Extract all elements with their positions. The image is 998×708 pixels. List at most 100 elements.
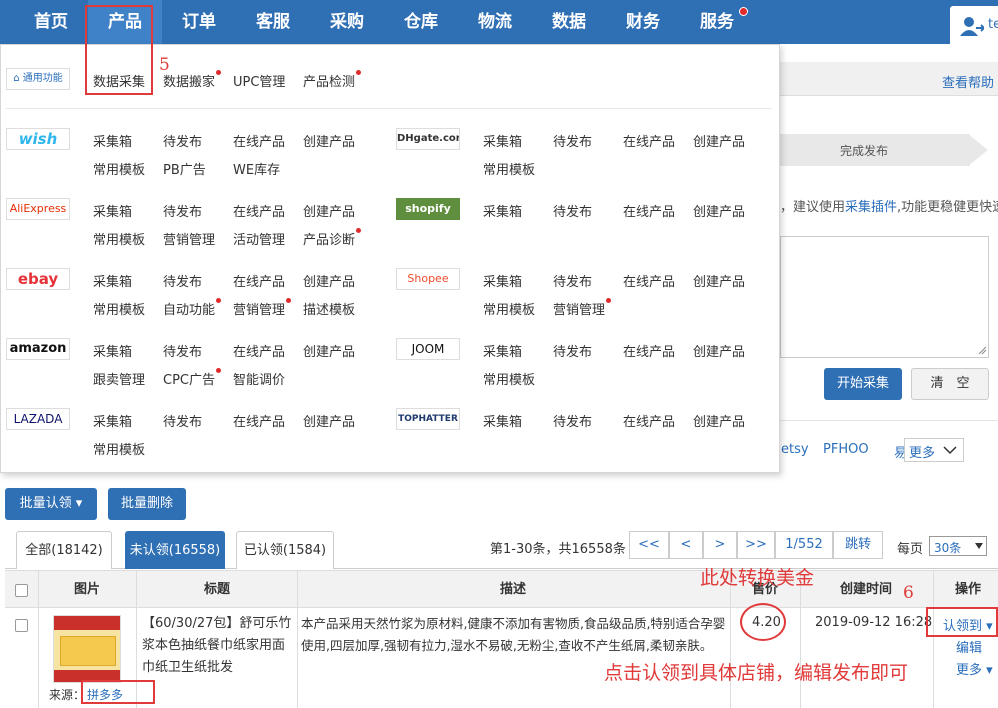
link-product-check[interactable]: 产品检测 bbox=[303, 70, 362, 90]
product-thumbnail[interactable] bbox=[53, 615, 121, 683]
link-upc[interactable]: UPC管理 bbox=[233, 71, 285, 90]
tophatter-create[interactable]: 创建产品 bbox=[693, 411, 745, 430]
user-menu[interactable]: te bbox=[950, 6, 998, 44]
nav-orders[interactable]: 订单 bbox=[162, 0, 236, 44]
aliexpress-templates[interactable]: 常用模板 bbox=[93, 229, 145, 248]
shopee-templates[interactable]: 常用模板 bbox=[483, 299, 535, 318]
amazon-online[interactable]: 在线产品 bbox=[233, 341, 285, 360]
more-actions-link[interactable]: 更多 ▾ bbox=[956, 659, 993, 678]
shopee-create[interactable]: 创建产品 bbox=[693, 271, 745, 290]
lazada-templates[interactable]: 常用模板 bbox=[93, 439, 145, 458]
ebay-create[interactable]: 创建产品 bbox=[303, 271, 355, 290]
joom-create[interactable]: 创建产品 bbox=[693, 341, 745, 360]
batch-claim-button[interactable]: 批量认领 ▾ bbox=[5, 488, 97, 520]
url-textarea[interactable] bbox=[780, 236, 989, 358]
platform-pfhoo[interactable]: PFHOO bbox=[823, 442, 869, 457]
pager-next[interactable]: > bbox=[703, 531, 737, 559]
user-initials: te bbox=[988, 17, 998, 32]
nav-warehouse[interactable]: 仓库 bbox=[384, 0, 458, 44]
dhgate-collect-box[interactable]: 采集箱 bbox=[483, 131, 522, 150]
pager-first[interactable]: << bbox=[629, 531, 669, 559]
aliexpress-online[interactable]: 在线产品 bbox=[233, 201, 285, 220]
tab-all[interactable]: 全部(18142) bbox=[16, 531, 112, 569]
nav-data[interactable]: 数据 bbox=[532, 0, 606, 44]
ebay-pending[interactable]: 待发布 bbox=[163, 271, 202, 290]
batch-delete-button[interactable]: 批量删除 bbox=[108, 488, 186, 520]
plugin-link[interactable]: 采集插件 bbox=[845, 200, 897, 215]
clear-button[interactable]: 清 空 bbox=[911, 368, 989, 400]
select-all-checkbox[interactable] bbox=[15, 584, 28, 597]
nav-home[interactable]: 首页 bbox=[14, 0, 88, 44]
ebay-marketing[interactable]: 营销管理 bbox=[233, 298, 292, 318]
per-page-value: 30条 bbox=[934, 541, 962, 555]
aliexpress-collect-box[interactable]: 采集箱 bbox=[93, 201, 132, 220]
shopify-online[interactable]: 在线产品 bbox=[623, 201, 675, 220]
joom-online[interactable]: 在线产品 bbox=[623, 341, 675, 360]
ebay-templates[interactable]: 常用模板 bbox=[93, 299, 145, 318]
shopee-marketing[interactable]: 营销管理 bbox=[553, 298, 612, 318]
wish-we-stock[interactable]: WE库存 bbox=[233, 159, 280, 178]
dhgate-pending[interactable]: 待发布 bbox=[553, 131, 592, 150]
dhgate-templates[interactable]: 常用模板 bbox=[483, 159, 535, 178]
shopify-create[interactable]: 创建产品 bbox=[693, 201, 745, 220]
wish-create[interactable]: 创建产品 bbox=[303, 131, 355, 150]
edit-link[interactable]: 编辑 bbox=[956, 637, 982, 656]
aliexpress-create[interactable]: 创建产品 bbox=[303, 201, 355, 220]
wish-pending[interactable]: 待发布 bbox=[163, 131, 202, 150]
amazon-repricing[interactable]: 智能调价 bbox=[233, 369, 285, 388]
ebay-collect-box[interactable]: 采集箱 bbox=[93, 271, 132, 290]
joom-pending[interactable]: 待发布 bbox=[553, 341, 592, 360]
tab-claimed[interactable]: 已认领(1584) bbox=[236, 531, 334, 569]
amazon-pending[interactable]: 待发布 bbox=[163, 341, 202, 360]
lazada-pending[interactable]: 待发布 bbox=[163, 411, 202, 430]
shopee-online[interactable]: 在线产品 bbox=[623, 271, 675, 290]
aliexpress-diagnosis[interactable]: 产品诊断 bbox=[303, 228, 362, 248]
shopee-collect-box[interactable]: 采集箱 bbox=[483, 271, 522, 290]
shopify-collect-box[interactable]: 采集箱 bbox=[483, 201, 522, 220]
aliexpress-pending[interactable]: 待发布 bbox=[163, 201, 202, 220]
wish-collect-box[interactable]: 采集箱 bbox=[93, 131, 132, 150]
pager-prev[interactable]: < bbox=[669, 531, 703, 559]
lazada-online[interactable]: 在线产品 bbox=[233, 411, 285, 430]
aliexpress-logo: AliExpress bbox=[6, 198, 70, 220]
dhgate-online[interactable]: 在线产品 bbox=[623, 131, 675, 150]
product-title[interactable]: 【60/30/27包】舒可乐竹浆本色抽纸餐巾纸家用面巾纸卫生纸批发 bbox=[142, 613, 292, 679]
wish-pb-ads[interactable]: PB广告 bbox=[163, 159, 206, 178]
tophatter-online[interactable]: 在线产品 bbox=[623, 411, 675, 430]
joom-templates[interactable]: 常用模板 bbox=[483, 369, 535, 388]
resize-handle-icon[interactable] bbox=[978, 346, 987, 355]
platform-etsy[interactable]: etsy bbox=[781, 442, 809, 457]
amazon-create[interactable]: 创建产品 bbox=[303, 341, 355, 360]
amazon-follow-sell[interactable]: 跟卖管理 bbox=[93, 369, 145, 388]
tab-unclaimed[interactable]: 未认领(16558) bbox=[125, 531, 225, 569]
pager-jump[interactable]: 跳转 bbox=[833, 531, 883, 559]
ebay-desc-templates[interactable]: 描述模板 bbox=[303, 299, 355, 318]
row-checkbox[interactable] bbox=[15, 619, 28, 632]
aliexpress-marketing[interactable]: 营销管理 bbox=[163, 229, 215, 248]
amazon-cpc-ads[interactable]: CPC广告 bbox=[163, 368, 221, 388]
wish-online[interactable]: 在线产品 bbox=[233, 131, 285, 150]
nav-purchase[interactable]: 采购 bbox=[310, 0, 384, 44]
amazon-collect-box[interactable]: 采集箱 bbox=[93, 341, 132, 360]
pager-last[interactable]: >> bbox=[737, 531, 775, 559]
start-collect-button[interactable]: 开始采集 bbox=[824, 368, 902, 400]
wish-templates[interactable]: 常用模板 bbox=[93, 159, 145, 178]
aliexpress-activities[interactable]: 活动管理 bbox=[233, 229, 285, 248]
ebay-automation[interactable]: 自动功能 bbox=[163, 298, 222, 318]
link-data-migration[interactable]: 数据搬家 bbox=[163, 70, 222, 90]
ebay-online[interactable]: 在线产品 bbox=[233, 271, 285, 290]
dhgate-create[interactable]: 创建产品 bbox=[693, 131, 745, 150]
shopify-pending[interactable]: 待发布 bbox=[553, 201, 592, 220]
tophatter-collect-box[interactable]: 采集箱 bbox=[483, 411, 522, 430]
joom-collect-box[interactable]: 采集箱 bbox=[483, 341, 522, 360]
shopee-pending[interactable]: 待发布 bbox=[553, 271, 592, 290]
nav-finance[interactable]: 财务 bbox=[606, 0, 680, 44]
nav-logistics[interactable]: 物流 bbox=[458, 0, 532, 44]
more-platforms-dropdown[interactable]: 更多 bbox=[904, 438, 964, 462]
tophatter-pending[interactable]: 待发布 bbox=[553, 411, 592, 430]
per-page-select[interactable]: 30条 bbox=[929, 536, 987, 556]
help-link[interactable]: 查看帮助 bbox=[942, 72, 994, 91]
lazada-collect-box[interactable]: 采集箱 bbox=[93, 411, 132, 430]
lazada-create[interactable]: 创建产品 bbox=[303, 411, 355, 430]
nav-service[interactable]: 客服 bbox=[236, 0, 310, 44]
